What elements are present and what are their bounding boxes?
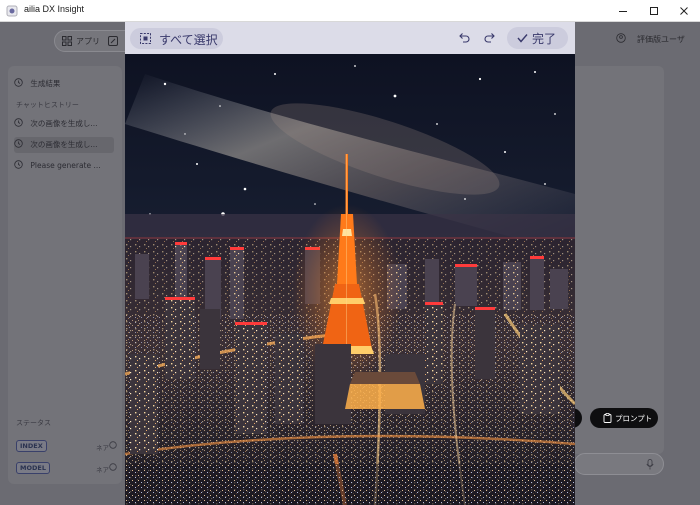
window-title: ailia DX Insight xyxy=(24,4,85,14)
clipboard-icon xyxy=(603,413,612,423)
sidebar-item-label: Please generate ... xyxy=(30,161,101,170)
chat-icon xyxy=(14,139,23,148)
apps-grid-icon xyxy=(62,36,72,46)
city-night-image xyxy=(125,54,575,505)
microphone-icon[interactable] xyxy=(646,459,654,470)
status-heading: ステータス xyxy=(16,419,51,427)
maximize-icon[interactable] xyxy=(646,3,662,19)
window-titlebar: ailia DX Insight xyxy=(0,0,700,22)
prompt-button[interactable]: プロンプト xyxy=(590,408,658,428)
close-icon[interactable] xyxy=(676,3,692,19)
chat-input[interactable] xyxy=(574,453,664,475)
done-button[interactable]: 完了 xyxy=(507,27,568,49)
sidebar-item-label: 次の画像を生成し... xyxy=(30,119,98,128)
status-badge-index: INDEX xyxy=(16,440,47,452)
sidebar: 生成結果 チャットヒストリー 次の画像を生成し... 次の画像を生成し... P… xyxy=(8,66,122,484)
apps-tab[interactable]: アプリ xyxy=(76,36,100,47)
done-label: 完了 xyxy=(532,32,557,46)
checkmark-icon xyxy=(517,34,528,43)
app-logo-icon xyxy=(6,5,18,17)
image-selection-editor: すべて選択 完了 xyxy=(125,22,575,505)
sidebar-item-generation-results[interactable]: 生成結果 xyxy=(14,78,60,89)
check-circle-icon xyxy=(109,463,117,471)
prompt-button-label: プロンプト xyxy=(615,414,653,423)
status-badge-model: MODEL xyxy=(16,462,50,474)
sidebar-item-history-1[interactable]: 次の画像を生成し... xyxy=(14,118,98,129)
history-icon xyxy=(14,78,23,87)
sidebar-item-label: 次の画像を生成し... xyxy=(30,140,98,149)
sidebar-item-label: 生成結果 xyxy=(30,79,61,88)
undo-icon[interactable] xyxy=(458,31,470,43)
editor-toolbar: すべて選択 完了 xyxy=(125,22,575,54)
sidebar-item-history-2[interactable]: 次の画像を生成し... xyxy=(14,137,114,153)
select-all-icon xyxy=(140,33,151,44)
check-circle-icon xyxy=(109,441,117,449)
user-name[interactable]: 評価版ユーザ xyxy=(637,34,685,45)
user-icon xyxy=(616,33,626,43)
chat-history-heading: チャットヒストリー xyxy=(16,101,79,109)
chat-icon xyxy=(14,118,23,127)
sidebar-item-history-3[interactable]: Please generate ... xyxy=(14,160,101,170)
chat-icon xyxy=(14,160,23,169)
redo-icon[interactable] xyxy=(484,31,496,43)
chat-panel xyxy=(570,66,664,454)
minimize-icon[interactable] xyxy=(615,3,631,19)
edit-icon[interactable] xyxy=(108,36,118,46)
status-value-model: ネア xyxy=(96,466,109,474)
select-all-button[interactable]: すべて選択 xyxy=(130,28,223,49)
status-value-index: ネア xyxy=(96,444,109,452)
generated-image[interactable] xyxy=(125,54,575,505)
select-all-label: すべて選択 xyxy=(159,33,218,47)
